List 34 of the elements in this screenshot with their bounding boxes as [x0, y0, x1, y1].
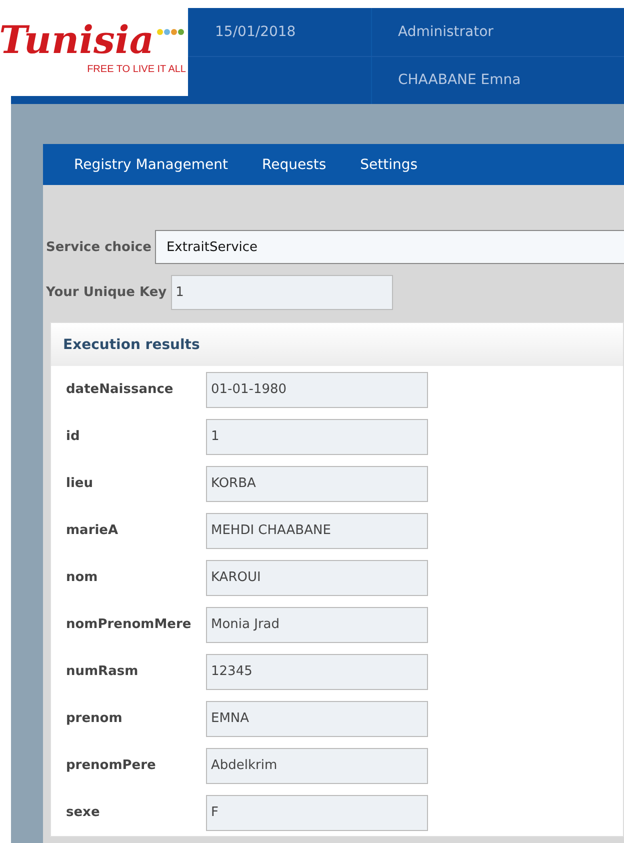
key-input-field[interactable]: 1 [170, 275, 393, 310]
field-label: prenomPere [66, 758, 157, 773]
nav-link[interactable]: Requests [262, 156, 326, 172]
output-field[interactable]: EMNA [206, 700, 428, 736]
field-label: marieA [66, 523, 120, 538]
field-label: prenom [66, 711, 124, 726]
output-field[interactable]: MEHDI CHAABANE [206, 512, 428, 548]
nav-link[interactable]: Registry Management [74, 156, 228, 172]
panel-title: Execution results [63, 336, 200, 352]
role-text: Administrator [398, 24, 494, 40]
user-name: CHAABANE Emna [398, 72, 521, 88]
service-select[interactable]: ExtraitService [155, 230, 624, 264]
field-label: sexe [66, 805, 101, 820]
output-field[interactable]: Abdelkrim [206, 748, 428, 784]
field-label: id [66, 429, 81, 444]
date-text: 15/01/2018 [215, 24, 296, 40]
field-label: lieu [66, 476, 94, 491]
nav-link[interactable]: Settings [360, 156, 418, 172]
output-field[interactable]: 12345 [206, 654, 428, 690]
dots-icon [156, 28, 186, 36]
output-field[interactable]: F [206, 794, 428, 830]
field-label: nom [66, 570, 99, 585]
field-label: nomPrenomMere [66, 617, 192, 632]
output-field[interactable]: KORBA [206, 466, 428, 502]
output-field[interactable]: Monia Jrad [206, 606, 428, 642]
output-field[interactable]: KAROUI [206, 560, 428, 596]
logo-wordmark: Tunisia [0, 16, 154, 64]
field-label: Service choice [46, 240, 152, 254]
output-field[interactable]: 1 [206, 418, 428, 454]
output-field[interactable]: 01-01-1980 [206, 372, 428, 408]
logo-tagline: FREE TO LIVE IT ALL [87, 64, 186, 75]
field-label: numRasm [66, 664, 140, 679]
field-label: dateNaissance [66, 382, 174, 397]
field-label: Your Unique Key [46, 285, 167, 300]
